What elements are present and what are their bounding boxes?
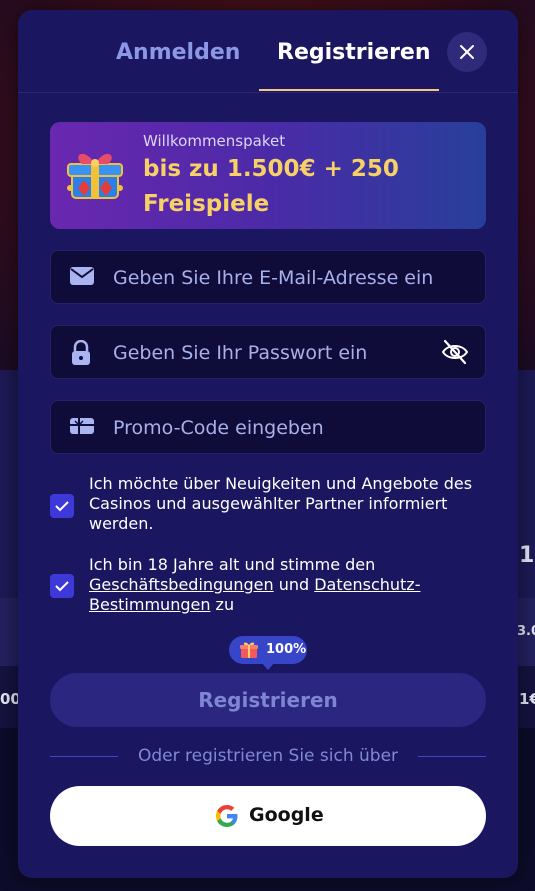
google-logo-icon: [216, 805, 238, 827]
close-button[interactable]: [447, 32, 487, 72]
bonus-progress-badge: 100%: [229, 636, 307, 664]
terms-link[interactable]: Geschäftsbedingungen: [89, 575, 274, 594]
register-button[interactable]: Registrieren: [50, 673, 486, 727]
background-fragment: 1€: [519, 690, 535, 708]
hide-password-icon[interactable]: [441, 339, 469, 365]
badge-pointer: [261, 662, 275, 670]
terms-text-before: Ich bin 18 Jahre alt und stimme den: [89, 555, 376, 574]
lock-icon: [72, 340, 90, 365]
background-fragment: 16: [519, 543, 535, 568]
welcome-bonus-banner: Willkommenspaket bis zu 1.500€ + 250 Fre…: [50, 122, 486, 229]
checkmark-icon: [55, 581, 69, 592]
background-fragment: 3.0: [517, 624, 535, 639]
terms-text-after: zu: [210, 595, 235, 614]
password-field: [50, 325, 486, 380]
email-field: [50, 250, 486, 305]
terms-text-mid: und: [273, 575, 315, 594]
gift-icon: [240, 642, 258, 658]
checkmark-icon: [55, 501, 69, 512]
terms-checkbox[interactable]: [50, 574, 74, 598]
banner-label: Willkommenspaket: [143, 132, 286, 150]
promo-code-input[interactable]: [111, 401, 435, 455]
terms-consent-text: Ich bin 18 Jahre alt und stimme den Gesc…: [89, 555, 494, 615]
envelope-icon: [70, 267, 94, 285]
promo-code-field: [50, 400, 486, 455]
password-input[interactable]: [111, 326, 435, 380]
auth-tabs: Anmelden Registrieren: [18, 10, 518, 93]
active-tab-indicator: [259, 89, 439, 91]
ticket-icon: [70, 418, 94, 434]
newsletter-checkbox[interactable]: [50, 494, 74, 518]
gift-box-icon: [67, 153, 123, 199]
registration-modal: Anmelden Registrieren Willkommenspaket b…: [18, 10, 518, 878]
google-signup-button[interactable]: Google: [50, 786, 486, 846]
close-icon: [460, 45, 474, 59]
newsletter-consent-text: Ich möchte über Neuigkeiten und Angebote…: [89, 474, 473, 533]
tab-register[interactable]: Registrieren: [277, 40, 431, 65]
tab-login[interactable]: Anmelden: [116, 40, 240, 65]
google-button-label: Google: [249, 804, 324, 826]
divider-line-right: [418, 756, 486, 757]
banner-amount: bis zu 1.500€ + 250 Freispiele: [143, 156, 399, 217]
email-input[interactable]: [111, 251, 435, 305]
bonus-progress-value: 100%: [266, 642, 307, 657]
